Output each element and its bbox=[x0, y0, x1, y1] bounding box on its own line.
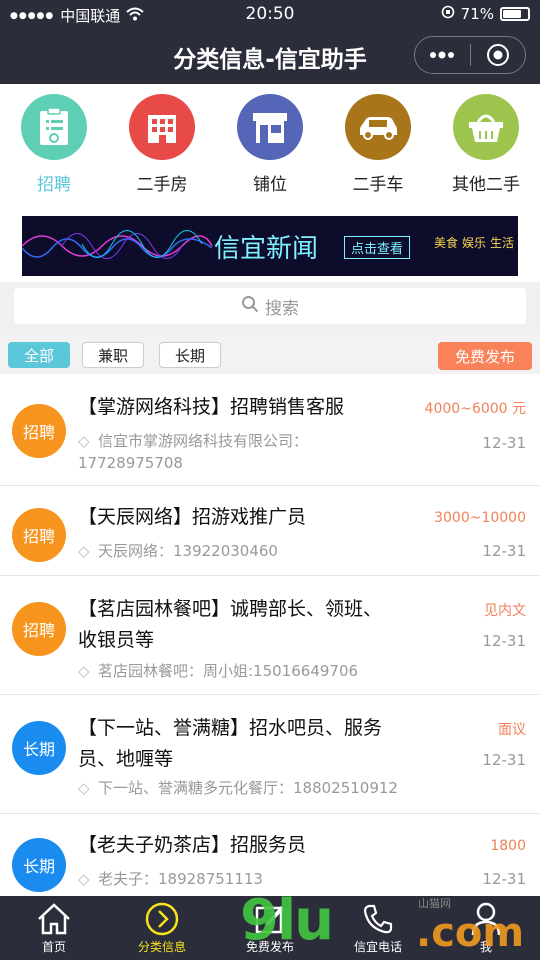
free-publish-button[interactable]: 免费发布 bbox=[438, 342, 532, 370]
category-grid: 招聘 二手房 铺位 二手车 其他二手 信宜新闻 点击查看 美食 娱乐 生活 bbox=[0, 84, 540, 282]
basket-icon bbox=[453, 94, 519, 160]
chevron-circle-icon bbox=[108, 900, 216, 938]
listing-contact-text: 老夫子：18928751113 bbox=[98, 870, 263, 888]
listing-date: 12-31 bbox=[482, 751, 526, 769]
tag-icon: ◇ bbox=[78, 779, 90, 797]
category-shop-space[interactable]: 铺位 bbox=[216, 94, 324, 195]
filter-all[interactable]: 全部 bbox=[8, 342, 70, 368]
listing-contact: ◇ 天辰网络：13922030460 bbox=[78, 540, 278, 562]
category-label: 其他二手 bbox=[452, 175, 520, 195]
listing-contact-text: 茗店园林餐吧：周小姐:15016649706 bbox=[98, 662, 359, 680]
nav-bar: 分类信息-信宜助手 bbox=[0, 28, 540, 84]
car-icon bbox=[345, 94, 411, 160]
listing-price: 4000~6000 元 bbox=[424, 401, 526, 417]
listing-price: 见内文 bbox=[484, 603, 526, 619]
search-icon bbox=[241, 295, 259, 318]
category-second-hand-house[interactable]: 二手房 bbox=[108, 94, 216, 195]
tab-categories[interactable]: 分类信息 bbox=[108, 900, 216, 955]
listing-date: 12-31 bbox=[482, 870, 526, 888]
listing-badge: 长期 bbox=[12, 838, 66, 892]
list-item[interactable]: 长期 【下一站、誉满糖】招水吧员、服务员、地喱等 面议 ◇ 下一站、誉满糖多元化餐… bbox=[0, 695, 540, 814]
list-item[interactable]: 招聘 【掌游网络科技】招聘销售客服 4000~6000 元 ◇ 信宜市掌游网络科技… bbox=[0, 374, 540, 486]
building-icon bbox=[129, 94, 195, 160]
listing-date: 12-31 bbox=[482, 632, 526, 650]
listing-price: 1800 bbox=[490, 838, 526, 854]
listing-contact: ◇ 信宜市掌游网络科技有限公司：17728975708 bbox=[78, 430, 358, 474]
tag-icon: ◇ bbox=[78, 432, 90, 450]
news-banner[interactable]: 信宜新闻 点击查看 美食 娱乐 生活 bbox=[22, 216, 518, 276]
listing-contact: ◇ 茗店园林餐吧：周小姐:15016649706 bbox=[78, 660, 358, 682]
banner-view-button[interactable]: 点击查看 bbox=[344, 236, 411, 259]
more-dots-icon[interactable] bbox=[415, 37, 470, 73]
listing-price: 面议 bbox=[498, 722, 526, 738]
listing-date: 12-31 bbox=[482, 542, 526, 560]
banner-side-label: 生活 bbox=[490, 236, 515, 250]
watermark-small-text: 山猫网 bbox=[418, 897, 451, 910]
mini-program-capsule bbox=[414, 36, 526, 74]
listing-date: 12-31 bbox=[482, 434, 526, 452]
battery-icon bbox=[500, 7, 530, 21]
category-label: 二手车 bbox=[352, 175, 404, 195]
category-other-second-hand[interactable]: 其他二手 bbox=[432, 94, 540, 195]
listing-contact-text: 下一站、誉满糖多元化餐厅：18802510912 bbox=[98, 779, 398, 797]
category-label: 二手房 bbox=[136, 175, 188, 195]
category-label: 铺位 bbox=[253, 175, 287, 195]
filter-parttime[interactable]: 兼职 bbox=[82, 342, 144, 368]
listing-contact: ◇ 老夫子：18928751113 bbox=[78, 868, 263, 890]
listing-contact: ◇ 下一站、誉满糖多元化餐厅：18802510912 bbox=[78, 777, 398, 799]
watermark-logo: 9lu bbox=[240, 888, 334, 953]
filter-bar: 全部 兼职 长期 免费发布 bbox=[0, 334, 540, 374]
home-icon bbox=[0, 900, 108, 938]
listing-title: 【下一站、誉满糖】招水吧员、服务员、地喱等 bbox=[78, 717, 383, 770]
listing-contact-text: 天辰网络：13922030460 bbox=[98, 542, 278, 560]
category-recruit[interactable]: 招聘 bbox=[0, 94, 108, 195]
banner-title: 信宜新闻 bbox=[214, 234, 319, 264]
listing-badge: 招聘 bbox=[12, 404, 66, 458]
tab-label: 分类信息 bbox=[137, 940, 186, 954]
tag-icon: ◇ bbox=[78, 870, 90, 888]
listing-badge: 长期 bbox=[12, 721, 66, 775]
list-item[interactable]: 招聘 【茗店园林餐吧】诚聘部长、领班、收银员等 见内文 ◇ 茗店园林餐吧：周小姐:… bbox=[0, 576, 540, 695]
search-placeholder: 搜索 bbox=[265, 298, 299, 319]
list-item[interactable]: 长期 【老夫子奶茶店】招服务员 1800 ◇ 老夫子：18928751113 12… bbox=[0, 814, 540, 896]
search-section: 搜索 bbox=[0, 282, 540, 334]
listing-badge: 招聘 bbox=[12, 508, 66, 562]
tab-label: 首页 bbox=[41, 940, 66, 954]
listing-title: 【掌游网络科技】招聘销售客服 bbox=[78, 396, 345, 418]
listing-price: 3000~10000 bbox=[434, 510, 526, 526]
watermark-domain: .com bbox=[416, 910, 525, 956]
search-input[interactable]: 搜索 bbox=[14, 288, 526, 324]
target-icon[interactable] bbox=[471, 37, 526, 73]
clipboard-icon bbox=[21, 94, 87, 160]
listing-title: 【天辰网络】招游戏推广员 bbox=[78, 506, 307, 528]
shop-icon bbox=[237, 94, 303, 160]
tab-home[interactable]: 首页 bbox=[0, 900, 108, 955]
listing-contact-text: 信宜市掌游网络科技有限公司：17728975708 bbox=[78, 432, 309, 472]
tag-icon: ◇ bbox=[78, 662, 90, 680]
battery-percent: 71% bbox=[460, 5, 494, 23]
banner-side-label: 娱乐 bbox=[462, 236, 487, 250]
list-item[interactable]: 招聘 【天辰网络】招游戏推广员 3000~10000 ◇ 天辰网络：1392203… bbox=[0, 486, 540, 576]
filter-longterm[interactable]: 长期 bbox=[159, 342, 221, 368]
tag-icon: ◇ bbox=[78, 542, 90, 560]
listing-list: 招聘 【掌游网络科技】招聘销售客服 4000~6000 元 ◇ 信宜市掌游网络科技… bbox=[0, 374, 540, 896]
rotation-lock-icon bbox=[441, 5, 455, 23]
listing-title: 【茗店园林餐吧】诚聘部长、领班、收银员等 bbox=[78, 598, 383, 651]
listing-title: 【老夫子奶茶店】招服务员 bbox=[78, 834, 307, 856]
category-second-hand-car[interactable]: 二手车 bbox=[324, 94, 432, 195]
category-label: 招聘 bbox=[37, 175, 71, 195]
listing-badge: 招聘 bbox=[12, 602, 66, 656]
banner-side-label: 美食 bbox=[434, 236, 459, 250]
status-bar: ●●●●● 中国联通 20:50 71% bbox=[0, 0, 540, 28]
